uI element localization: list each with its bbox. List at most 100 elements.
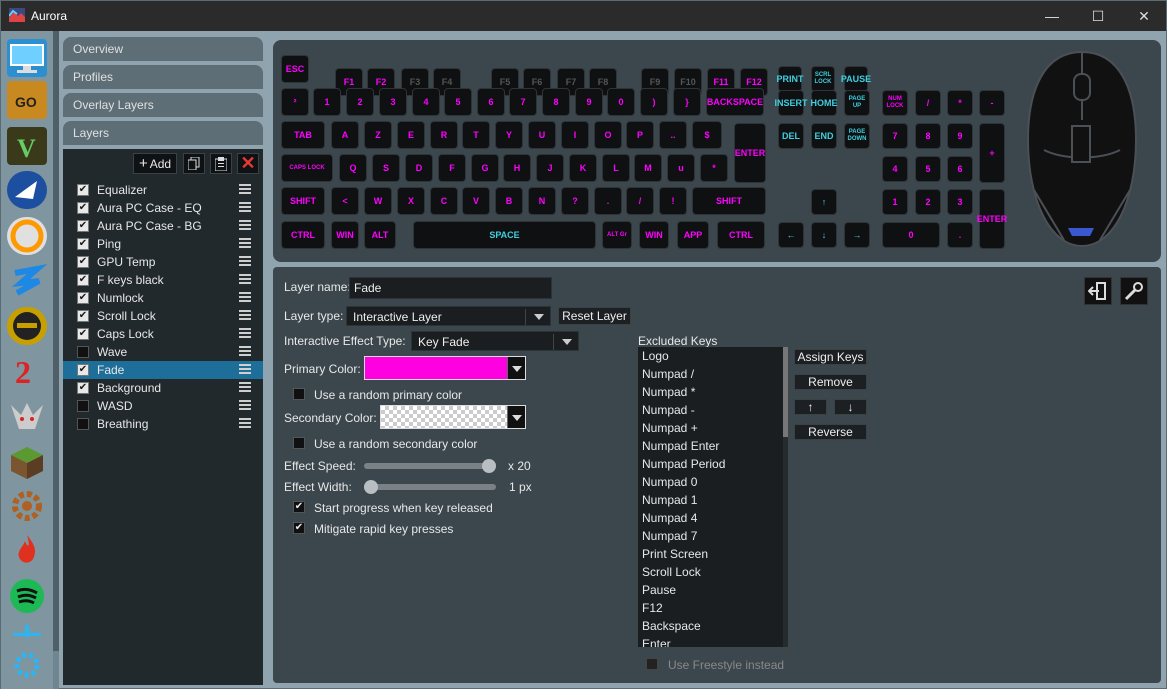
layer-visible-checkbox[interactable]: ✔ bbox=[77, 310, 89, 322]
drag-handle-icon[interactable] bbox=[239, 346, 251, 358]
excluded-key-item[interactable]: Numpad 1 bbox=[638, 491, 788, 509]
overlay-layers-tab[interactable]: Overlay Layers bbox=[63, 93, 263, 117]
effect-type-select[interactable]: Key Fade bbox=[411, 331, 579, 351]
layer-visible-checkbox[interactable]: ✔ bbox=[77, 292, 89, 304]
excluded-key-item[interactable]: Numpad Enter bbox=[638, 437, 788, 455]
add-app-icon[interactable] bbox=[7, 625, 47, 678]
layer-type-select[interactable]: Interactive Layer bbox=[346, 306, 551, 326]
layer-row[interactable]: ✔ Aura PC Case - EQ bbox=[63, 199, 263, 217]
drag-handle-icon[interactable] bbox=[239, 382, 251, 394]
settings-gear-icon[interactable] bbox=[7, 487, 47, 525]
csgo-icon[interactable]: GO bbox=[7, 81, 47, 119]
rocket-league-icon[interactable] bbox=[7, 171, 47, 209]
excluded-key-item[interactable]: Numpad / bbox=[638, 365, 788, 383]
layer-visible-checkbox[interactable]: ✔ bbox=[77, 274, 89, 286]
add-layer-button[interactable]: + Add bbox=[133, 153, 177, 174]
reset-layer-button[interactable]: Reset Layer bbox=[558, 307, 631, 325]
overview-tab[interactable]: Overview bbox=[63, 37, 263, 61]
layer-visible-checkbox[interactable]: ✔ bbox=[77, 184, 89, 196]
app-list-scrollbar[interactable] bbox=[53, 31, 59, 689]
drag-handle-icon[interactable] bbox=[239, 310, 251, 322]
random-secondary-checkbox[interactable] bbox=[293, 437, 305, 449]
layer-visible-checkbox[interactable]: ✔ bbox=[77, 382, 89, 394]
excluded-key-item[interactable]: Numpad Period bbox=[638, 455, 788, 473]
layer-row[interactable]: ✔ GPU Temp bbox=[63, 253, 263, 271]
layer-row[interactable]: ✔ F keys black bbox=[63, 271, 263, 289]
chevron-down-icon[interactable] bbox=[507, 357, 525, 379]
layer-row[interactable]: ✔ Numlock bbox=[63, 289, 263, 307]
layer-row[interactable]: ✔ Scroll Lock bbox=[63, 307, 263, 325]
gta5-icon[interactable]: V bbox=[7, 127, 47, 165]
excluded-key-item[interactable]: Numpad * bbox=[638, 383, 788, 401]
excluded-keys-list[interactable]: Logo Numpad / Numpad * Numpad - Numpad + Nump… bbox=[638, 347, 788, 647]
copy-layer-button[interactable] bbox=[183, 153, 205, 174]
effect-speed-track[interactable] bbox=[364, 463, 496, 469]
drag-handle-icon[interactable] bbox=[239, 274, 251, 286]
effect-speed-thumb[interactable] bbox=[482, 459, 496, 473]
desktop-icon[interactable] bbox=[7, 39, 47, 77]
wrench-icon[interactable] bbox=[1120, 277, 1148, 305]
minecraft-icon[interactable] bbox=[7, 443, 47, 481]
layer-row[interactable]: ✔ Background bbox=[63, 379, 263, 397]
excluded-key-item[interactable]: Print Screen bbox=[638, 545, 788, 563]
layer-row[interactable]: ✔ Equalizer bbox=[63, 181, 263, 199]
layer-visible-checkbox[interactable]: ✔ bbox=[77, 238, 89, 250]
use-freestyle-checkbox[interactable] bbox=[646, 658, 658, 670]
excluded-key-item[interactable]: Numpad 4 bbox=[638, 509, 788, 527]
spotify-icon[interactable] bbox=[7, 577, 47, 615]
close-window-button[interactable]: ✕ bbox=[1121, 1, 1167, 31]
move-down-button[interactable]: ↓ bbox=[834, 399, 867, 415]
drag-handle-icon[interactable] bbox=[239, 220, 251, 232]
layer-visible-checkbox[interactable]: ✔ bbox=[77, 202, 89, 214]
effect-width-track[interactable] bbox=[364, 484, 496, 490]
excluded-key-item[interactable]: F12 bbox=[638, 599, 788, 617]
guild-wars2-icon[interactable]: 2 bbox=[7, 351, 47, 390]
mitigate-checkbox[interactable]: ✔ bbox=[293, 522, 305, 534]
witcher3-icon[interactable] bbox=[7, 397, 47, 435]
fire-icon[interactable] bbox=[7, 531, 47, 569]
effect-width-thumb[interactable] bbox=[364, 480, 378, 494]
layer-row[interactable]: Wave bbox=[63, 343, 263, 361]
delete-layer-button[interactable]: ✕ bbox=[237, 153, 259, 174]
layer-name-input[interactable]: Fade bbox=[349, 277, 552, 299]
excluded-key-item[interactable]: Scroll Lock bbox=[638, 563, 788, 581]
minimize-button[interactable]: — bbox=[1029, 1, 1075, 31]
layer-row[interactable]: Breathing bbox=[63, 415, 263, 433]
drag-handle-icon[interactable] bbox=[239, 256, 251, 268]
layer-visible-checkbox[interactable]: ✔ bbox=[77, 328, 89, 340]
excluded-key-item[interactable]: Numpad 0 bbox=[638, 473, 788, 491]
drag-handle-icon[interactable] bbox=[239, 418, 251, 430]
maximize-button[interactable]: ☐ bbox=[1075, 1, 1121, 31]
reverse-button[interactable]: Reverse bbox=[794, 424, 867, 440]
layer-exit-icon[interactable] bbox=[1084, 277, 1112, 305]
dishonored2-icon[interactable] bbox=[7, 307, 47, 345]
drag-handle-icon[interactable] bbox=[239, 184, 251, 196]
chevron-down-icon[interactable] bbox=[507, 406, 525, 428]
layer-visible-checkbox[interactable]: ✔ bbox=[77, 256, 89, 268]
payday2-icon[interactable] bbox=[7, 261, 48, 299]
layer-row[interactable]: ✔ Fade bbox=[63, 361, 263, 379]
overwatch-icon[interactable] bbox=[7, 217, 47, 255]
layer-visible-checkbox[interactable] bbox=[77, 418, 89, 430]
drag-handle-icon[interactable] bbox=[239, 202, 251, 214]
remove-button[interactable]: Remove bbox=[794, 374, 867, 390]
excluded-key-item[interactable]: Numpad - bbox=[638, 401, 788, 419]
layers-tab[interactable]: Layers bbox=[63, 121, 263, 145]
primary-color-picker[interactable] bbox=[364, 356, 526, 380]
assign-keys-button[interactable]: Assign Keys bbox=[794, 349, 867, 365]
drag-handle-icon[interactable] bbox=[239, 238, 251, 250]
excluded-key-item[interactable]: Enter bbox=[638, 635, 788, 647]
excluded-key-item[interactable]: Numpad 7 bbox=[638, 527, 788, 545]
secondary-color-picker[interactable] bbox=[380, 405, 526, 429]
excluded-key-item[interactable]: Backspace bbox=[638, 617, 788, 635]
move-up-button[interactable]: ↑ bbox=[794, 399, 827, 415]
drag-handle-icon[interactable] bbox=[239, 328, 251, 340]
drag-handle-icon[interactable] bbox=[239, 400, 251, 412]
excluded-key-item[interactable]: Logo bbox=[638, 347, 788, 365]
drag-handle-icon[interactable] bbox=[239, 292, 251, 304]
layer-row[interactable]: WASD bbox=[63, 397, 263, 415]
layer-visible-checkbox[interactable]: ✔ bbox=[77, 220, 89, 232]
layer-row[interactable]: ✔ Ping bbox=[63, 235, 263, 253]
layer-visible-checkbox[interactable] bbox=[77, 346, 89, 358]
paste-layer-button[interactable] bbox=[210, 153, 232, 174]
